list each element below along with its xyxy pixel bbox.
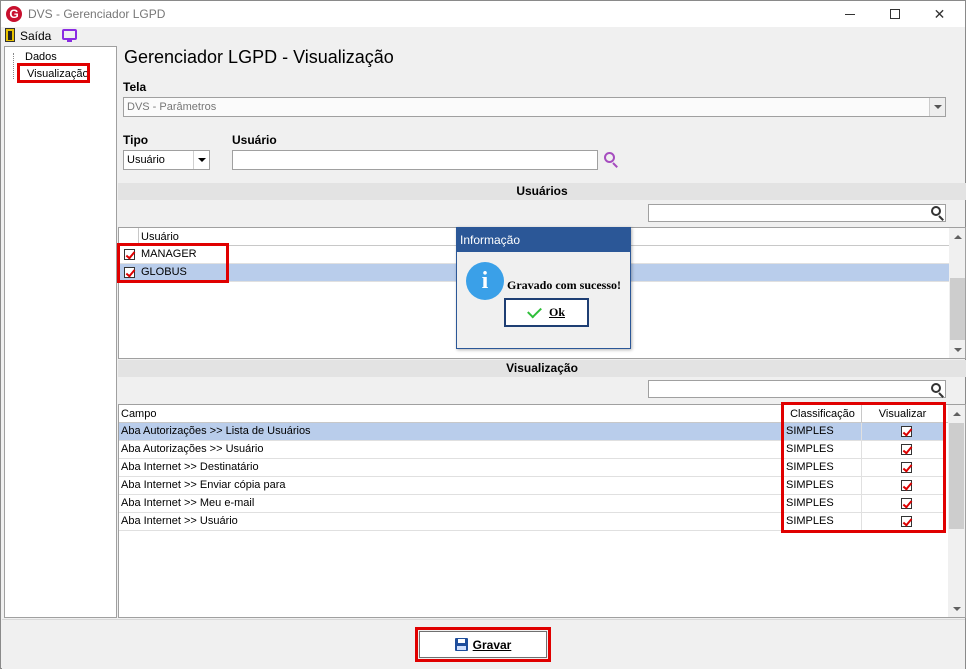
- checkmark-icon: [527, 303, 542, 318]
- save-button[interactable]: Gravar: [419, 631, 547, 658]
- visualizar-checkbox[interactable]: [901, 426, 912, 437]
- tree-item-dados[interactable]: Dados: [25, 51, 57, 63]
- campo-cell: Aba Internet >> Enviar cópia para: [119, 477, 784, 495]
- visualizacao-grid-header: Campo Classificação Visualizar: [119, 405, 949, 423]
- monitor-icon[interactable]: [62, 29, 77, 42]
- tela-label: Tela: [123, 80, 147, 94]
- classificacao-cell: SIMPLES: [784, 477, 862, 495]
- usuario-search-icon[interactable]: [604, 152, 621, 169]
- classificacao-cell: SIMPLES: [784, 459, 862, 477]
- chevron-down-icon: [933, 105, 942, 109]
- usuarios-scrollbar[interactable]: [949, 228, 965, 358]
- visualizacao-scrollbar[interactable]: [948, 405, 965, 617]
- visualizacao-row[interactable]: Aba Internet >> Destinatário SIMPLES: [119, 459, 944, 477]
- campo-cell: Aba Autorizações >> Usuário: [119, 441, 784, 459]
- tree-item-visualizacao[interactable]: Visualização: [25, 68, 91, 80]
- usuarios-check-column: [119, 228, 139, 246]
- info-dialog: Informação i Gravado com sucesso! Ok: [456, 227, 631, 349]
- scroll-down-icon[interactable]: [948, 600, 965, 617]
- scroll-thumb[interactable]: [949, 423, 964, 529]
- visualizacao-row[interactable]: Aba Autorizações >> Lista de Usuários SI…: [119, 423, 944, 441]
- classificacao-cell: SIMPLES: [784, 423, 862, 441]
- maximize-button[interactable]: [872, 1, 917, 27]
- campo-cell: Aba Internet >> Destinatário: [119, 459, 784, 477]
- usuarios-row-checkbox[interactable]: [124, 249, 135, 260]
- visualizar-checkbox[interactable]: [901, 498, 912, 509]
- menu-bar: Saída: [1, 27, 965, 45]
- tela-dropdown-arrow[interactable]: [929, 98, 945, 116]
- tipo-label: Tipo: [123, 133, 149, 147]
- minimize-icon: [844, 13, 855, 15]
- ok-button[interactable]: Ok: [504, 298, 589, 327]
- campo-cell: Aba Autorizações >> Lista de Usuários: [119, 423, 784, 441]
- classificacao-cell: SIMPLES: [784, 441, 862, 459]
- scroll-up-icon[interactable]: [948, 405, 965, 422]
- visualizacao-grid: Campo Classificação Visualizar Aba Autor…: [118, 404, 966, 618]
- visualizacao-row[interactable]: Aba Internet >> Enviar cópia para SIMPLE…: [119, 477, 944, 495]
- exit-door-icon[interactable]: [5, 28, 15, 42]
- usuario-label: Usuário: [232, 133, 277, 147]
- app-logo-icon: G: [6, 6, 22, 22]
- minimize-button[interactable]: [827, 1, 872, 27]
- tela-select[interactable]: DVS - Parâmetros: [123, 97, 946, 117]
- usuario-input[interactable]: [232, 150, 598, 170]
- scroll-up-icon[interactable]: [949, 228, 965, 245]
- tipo-select[interactable]: Usuário: [123, 150, 210, 170]
- usuarios-filter-input[interactable]: [648, 204, 946, 222]
- scroll-down-icon[interactable]: [949, 341, 965, 358]
- visualizacao-section-header: Visualização: [118, 360, 966, 377]
- usuarios-section-header: Usuários: [118, 183, 966, 200]
- campo-cell: Aba Internet >> Usuário: [119, 513, 784, 531]
- visualizar-checkbox[interactable]: [901, 516, 912, 527]
- info-icon: i: [466, 262, 504, 300]
- tipo-dropdown-arrow[interactable]: [193, 151, 209, 169]
- usuarios-row-checkbox[interactable]: [124, 267, 135, 278]
- page-title: Gerenciador LGPD - Visualização: [124, 47, 394, 67]
- title-bar: G DVS - Gerenciador LGPD ✕: [1, 1, 965, 27]
- close-button[interactable]: ✕: [917, 1, 962, 27]
- visualizar-checkbox[interactable]: [901, 462, 912, 473]
- window-title: DVS - Gerenciador LGPD: [28, 7, 166, 21]
- dialog-title: Informação: [457, 228, 630, 252]
- navigation-tree: Dados Visualização: [4, 46, 117, 618]
- visualizacao-row[interactable]: Aba Internet >> Usuário SIMPLES: [119, 513, 944, 531]
- app-window: G DVS - Gerenciador LGPD ✕ Saída Dados V…: [0, 0, 966, 669]
- chevron-down-icon: [197, 158, 206, 162]
- visualizacao-filter-search-icon[interactable]: [931, 383, 945, 398]
- classificacao-cell: SIMPLES: [784, 513, 862, 531]
- visualizacao-filter-input[interactable]: [648, 380, 946, 398]
- visualizacao-row[interactable]: Aba Internet >> Meu e-mail SIMPLES: [119, 495, 944, 513]
- maximize-icon: [889, 9, 900, 19]
- tela-select-value: DVS - Parâmetros: [127, 101, 217, 113]
- visualizar-checkbox[interactable]: [901, 444, 912, 455]
- campo-column-header[interactable]: Campo: [119, 405, 784, 423]
- visualizar-column-header[interactable]: Visualizar: [862, 405, 944, 423]
- classificacao-cell: SIMPLES: [784, 495, 862, 513]
- classificacao-column-header[interactable]: Classificação: [784, 405, 862, 423]
- ok-button-label: Ok: [548, 305, 565, 319]
- dialog-message: Gravado com sucesso!: [507, 278, 621, 292]
- scroll-thumb[interactable]: [950, 278, 965, 340]
- usuarios-filter-search-icon[interactable]: [931, 206, 945, 221]
- tree-connector: [13, 53, 14, 79]
- close-icon: ✕: [933, 5, 946, 22]
- campo-cell: Aba Internet >> Meu e-mail: [119, 495, 784, 513]
- menu-exit[interactable]: Saída: [20, 29, 51, 43]
- tipo-select-value: Usuário: [127, 154, 165, 166]
- visualizacao-row[interactable]: Aba Autorizações >> Usuário SIMPLES: [119, 441, 944, 459]
- visualizar-checkbox[interactable]: [901, 480, 912, 491]
- save-button-label: Gravar: [472, 637, 512, 652]
- floppy-disk-icon: [454, 638, 468, 651]
